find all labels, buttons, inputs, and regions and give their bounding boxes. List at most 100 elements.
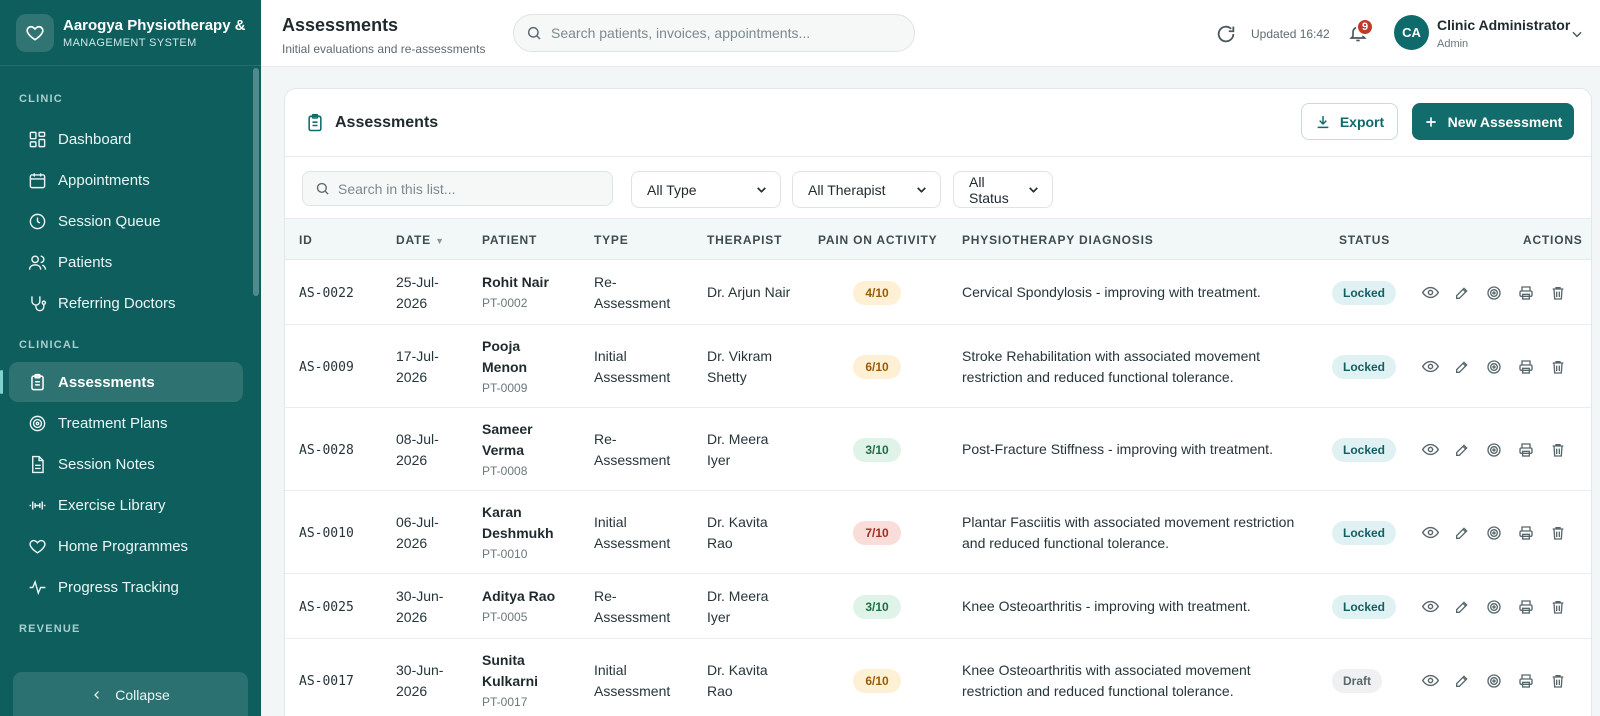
table-row[interactable]: AS-0025 30-Jun- 2026 Aditya Rao PT-0005 Re- As… (285, 574, 1591, 639)
section-title-clinical: CLINICAL (19, 339, 80, 351)
target-icon[interactable] (1484, 597, 1504, 617)
print-icon[interactable] (1516, 357, 1536, 377)
status-filter-select[interactable]: All Status (953, 171, 1053, 208)
column-header-pain[interactable]: PAIN ON ACTIVITY (818, 233, 937, 247)
target-icon[interactable] (1484, 440, 1504, 460)
trash-icon[interactable] (1548, 440, 1568, 460)
target-icon[interactable] (1484, 523, 1504, 543)
eye-icon[interactable] (1420, 597, 1440, 617)
diagnosis-line-1: Knee Osteoarthritis with associated move… (962, 662, 1251, 678)
export-label: Export (1339, 113, 1385, 130)
new-assessment-button[interactable]: New Assessment (1412, 103, 1574, 140)
cell-patient[interactable]: Sameer Verma PT-0008 (482, 419, 533, 481)
sidebar-item-session-notes[interactable]: Session Notes (9, 444, 243, 484)
table-row[interactable]: AS-0010 06-Jul- 2026 Karan Deshmukh PT-0010 In… (285, 491, 1591, 574)
trash-icon[interactable] (1548, 597, 1568, 617)
print-icon[interactable] (1516, 523, 1536, 543)
list-search-input[interactable] (338, 180, 608, 197)
cell-patient[interactable]: Pooja Menon PT-0009 (482, 336, 527, 398)
table-row[interactable]: AS-0017 30-Jun- 2026 Sunita Kulkarni PT-0017 I… (285, 639, 1591, 716)
edit-icon[interactable] (1452, 357, 1472, 377)
print-icon[interactable] (1516, 283, 1536, 303)
target-icon[interactable] (1484, 671, 1504, 691)
sidebar-item-appointments[interactable]: Appointments (9, 160, 243, 200)
cell-patient[interactable]: Sunita Kulkarni PT-0017 (482, 650, 538, 712)
status-badge: Locked (1332, 354, 1397, 379)
edit-icon[interactable] (1452, 597, 1472, 617)
trash-icon[interactable] (1548, 523, 1568, 543)
user-name[interactable]: Clinic Administrator (1437, 17, 1570, 33)
chevron-down-icon[interactable] (1570, 27, 1584, 41)
cell-patient[interactable]: Karan Deshmukh PT-0010 (482, 502, 554, 564)
edit-icon[interactable] (1452, 283, 1472, 303)
table-row[interactable]: AS-0022 25-Jul- 2026 Rohit Nair PT-0002 Re- As… (285, 260, 1591, 325)
sidebar-item-assessments[interactable]: Assessments (0, 362, 243, 402)
sidebar-item-progress-tracking[interactable]: Progress Tracking (9, 567, 243, 607)
therapist-line-1: Dr. Meera (707, 431, 769, 447)
target-icon[interactable] (1484, 283, 1504, 303)
table-header: ID DATE ▼ PATIENT TYPE THERAPIST PAIN ON… (285, 219, 1591, 260)
column-header-type[interactable]: TYPE (594, 233, 629, 247)
trash-icon[interactable] (1548, 283, 1568, 303)
sidebar-item-label: Appointments (58, 171, 150, 189)
type-line-1: Re- (594, 588, 617, 604)
avatar[interactable]: CA (1394, 15, 1429, 50)
cell-patient[interactable]: Rohit Nair PT-0002 (482, 272, 549, 313)
export-button[interactable]: Export (1301, 103, 1398, 140)
pain-badge: 6/10 (853, 354, 901, 379)
table-row[interactable]: AS-0009 17-Jul- 2026 Pooja Menon PT-0009 Initi… (285, 325, 1591, 408)
column-header-diagnosis[interactable]: PHYSIOTHERAPY DIAGNOSIS (962, 233, 1154, 247)
sidebar-item-exercise-library[interactable]: Exercise Library (9, 485, 243, 525)
collapse-button[interactable]: Collapse (13, 672, 248, 716)
eye-icon[interactable] (1420, 523, 1440, 543)
cell-diagnosis: Cervical Spondylosis - improving with tr… (962, 282, 1261, 303)
column-header-therapist[interactable]: THERAPIST (707, 233, 782, 247)
sidebar: Aarogya Physiotherapy & I MANAGEMENT SYS… (0, 0, 261, 716)
eye-icon[interactable] (1420, 357, 1440, 377)
sidebar-item-patients[interactable]: Patients (9, 242, 243, 282)
type-filter-select[interactable]: All Type (631, 171, 781, 208)
sidebar-item-treatment-plans[interactable]: Treatment Plans (9, 403, 243, 443)
therapist-filter-select[interactable]: All Therapist (792, 171, 941, 208)
print-icon[interactable] (1516, 440, 1536, 460)
column-header-status[interactable]: STATUS (1339, 233, 1390, 247)
sidebar-scrollbar[interactable] (253, 68, 259, 296)
sidebar-item-home-programmes[interactable]: Home Programmes (9, 526, 243, 566)
target-icon[interactable] (1484, 357, 1504, 377)
global-search-input[interactable] (551, 25, 891, 41)
brand[interactable]: Aarogya Physiotherapy & I MANAGEMENT SYS… (0, 0, 261, 66)
column-header-date[interactable]: DATE ▼ (396, 233, 445, 247)
trash-icon[interactable] (1548, 357, 1568, 377)
edit-icon[interactable] (1452, 440, 1472, 460)
cell-date: 30-Jun- 2026 (396, 586, 443, 628)
users-icon (27, 252, 47, 272)
column-header-patient[interactable]: PATIENT (482, 233, 537, 247)
sidebar-item-referring-doctors[interactable]: Referring Doctors (9, 283, 243, 323)
sidebar-item-session-queue[interactable]: Session Queue (9, 201, 243, 241)
sidebar-item-dashboard[interactable]: Dashboard (9, 119, 243, 159)
list-search[interactable] (302, 171, 613, 206)
cell-therapist: Dr. Vikram Shetty (707, 346, 772, 388)
diagnosis-line-1: Post-Fracture Stiffness - improving with… (962, 441, 1273, 457)
pain-badge: 3/10 (853, 437, 901, 462)
eye-icon[interactable] (1420, 283, 1440, 303)
section-title-clinic: CLINIC (19, 93, 63, 105)
table-row[interactable]: AS-0028 08-Jul- 2026 Sameer Verma PT-0008 Re- A… (285, 408, 1591, 491)
therapist-filter-value: All Therapist (808, 181, 886, 198)
date-line-1: 30-Jun- (396, 588, 444, 604)
global-search[interactable] (513, 14, 915, 52)
edit-icon[interactable] (1452, 671, 1472, 691)
therapist-line-2: Shetty (707, 369, 747, 385)
type-line-1: Re- (594, 274, 617, 290)
eye-icon[interactable] (1420, 671, 1440, 691)
print-icon[interactable] (1516, 597, 1536, 617)
print-icon[interactable] (1516, 671, 1536, 691)
edit-icon[interactable] (1452, 523, 1472, 543)
cell-patient[interactable]: Aditya Rao PT-0005 (482, 586, 555, 627)
activity-icon (27, 577, 47, 597)
trash-icon[interactable] (1548, 671, 1568, 691)
eye-icon[interactable] (1420, 440, 1440, 460)
column-header-id[interactable]: ID (299, 233, 313, 247)
diagnosis-line-1: Knee Osteoarthritis - improving with tre… (962, 598, 1251, 614)
refresh-icon[interactable] (1215, 23, 1237, 45)
